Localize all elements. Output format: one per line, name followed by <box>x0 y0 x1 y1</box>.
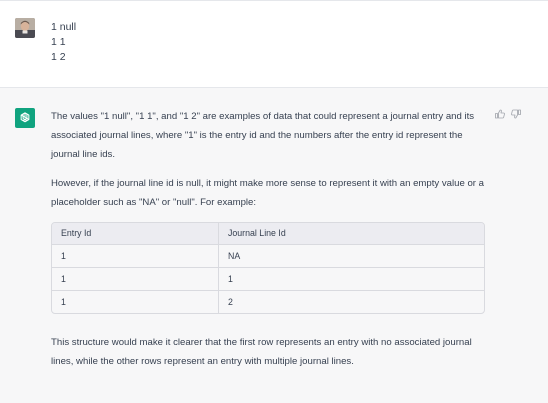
table-header-row: Entry Id Journal Line Id <box>52 223 484 245</box>
user-line: 1 null <box>51 21 77 33</box>
table-cell: 1 <box>52 268 219 291</box>
example-table: Entry Id Journal Line Id 1 NA 1 1 1 2 <box>51 222 485 314</box>
column-header-entry-id: Entry Id <box>52 223 219 245</box>
user-message-text: 1 null 1 1 1 2 <box>51 20 76 65</box>
assistant-avatar <box>15 108 35 128</box>
table-cell: 1 <box>219 268 484 291</box>
column-header-journal-line-id: Journal Line Id <box>219 223 484 245</box>
table-row: 1 NA <box>52 245 484 268</box>
table-cell: NA <box>219 245 484 268</box>
feedback-controls <box>494 108 522 120</box>
user-line: 1 2 <box>51 51 66 63</box>
user-message: 1 null 1 1 1 2 <box>0 1 548 88</box>
paragraph-conclusion: This structure would make it clearer tha… <box>51 337 472 367</box>
table-cell: 2 <box>228 296 233 307</box>
paragraph-suggestion: However, if the journal line id is null,… <box>51 178 484 208</box>
openai-logo-icon <box>20 112 30 123</box>
user-line: 1 1 <box>51 36 66 48</box>
thumbs-down-icon[interactable] <box>510 108 522 120</box>
user-avatar <box>15 18 35 38</box>
table-cell: 1 <box>52 245 219 268</box>
assistant-message-content: The values "1 null", "1 1", and "1 2" ar… <box>51 107 487 381</box>
table-row: 1 2 <box>52 291 484 313</box>
assistant-message: The values "1 null", "1 1", and "1 2" ar… <box>0 88 548 403</box>
table-row: 1 1 <box>52 268 484 291</box>
table-cell: 1 <box>52 291 219 313</box>
thumbs-up-icon[interactable] <box>494 108 506 120</box>
user-avatar-photo <box>15 18 35 38</box>
paragraph-intro: The values "1 null", "1 1", and "1 2" ar… <box>51 111 475 160</box>
